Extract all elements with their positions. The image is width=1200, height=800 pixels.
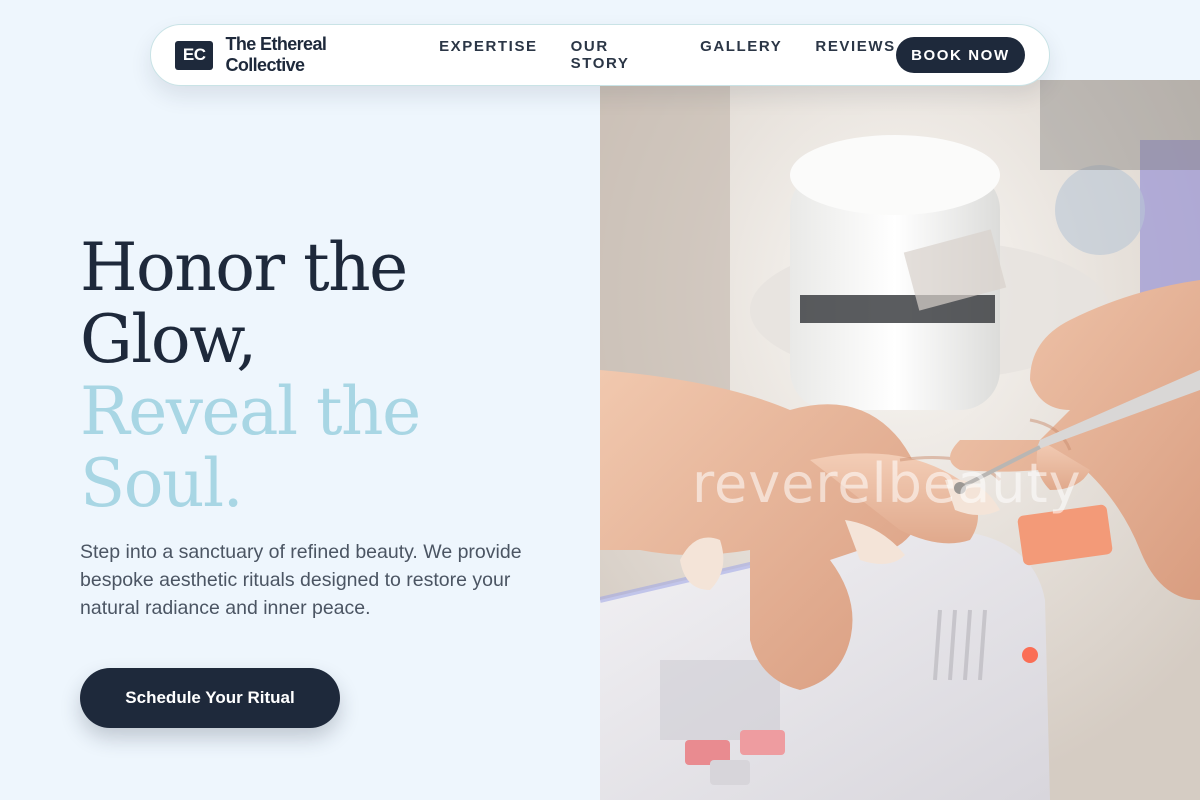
- headline-line-4: Soul.: [80, 445, 244, 522]
- hero-subcopy: Step into a sanctuary of refined beauty.…: [80, 541, 522, 619]
- top-navigation: EC The Ethereal Collective EXPERTISE OUR…: [150, 24, 1050, 86]
- hero-copy: Honor the Glow, Reveal the Soul. Step in…: [80, 232, 550, 622]
- headline-line-2: Glow,: [80, 301, 257, 378]
- headline-line-1: Honor the: [80, 229, 408, 306]
- nav-link-reviews[interactable]: REVIEWS: [815, 38, 895, 72]
- nav-link-gallery[interactable]: GALLERY: [700, 38, 782, 72]
- brand-monogram: EC: [175, 40, 214, 70]
- hero-headline: Honor the Glow, Reveal the Soul.: [80, 232, 550, 520]
- headline-line-3: Reveal the: [80, 373, 421, 450]
- brand-logo[interactable]: EC The Ethereal Collective: [175, 34, 407, 76]
- book-now-button[interactable]: BOOK NOW: [895, 37, 1025, 73]
- nav-link-our-story[interactable]: OUR STORY: [571, 38, 667, 72]
- hero-image-manicure: reverelbeauty: [600, 80, 1200, 800]
- manicure-illustration: [600, 80, 1200, 800]
- nav-links: EXPERTISE OUR STORY GALLERY REVIEWS: [439, 38, 896, 72]
- nav-link-expertise[interactable]: EXPERTISE: [439, 38, 538, 72]
- brand-name: The Ethereal Collective: [225, 34, 327, 75]
- schedule-ritual-button[interactable]: Schedule Your Ritual: [80, 668, 340, 728]
